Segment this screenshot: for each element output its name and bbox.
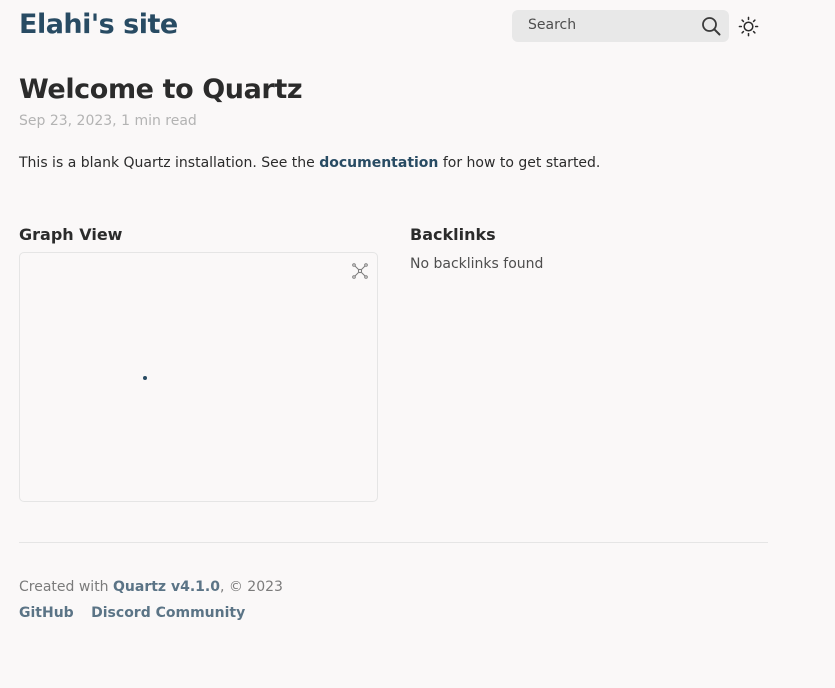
search-bar[interactable]: Search: [512, 10, 729, 42]
paragraph-text-before: This is a blank Quartz installation. See…: [19, 155, 320, 171]
quartz-link[interactable]: Quartz v4.1.0: [113, 579, 220, 595]
footer-credit: Created with Quartz v4.1.0, © 2023: [19, 579, 283, 595]
documentation-link[interactable]: documentation: [319, 155, 438, 171]
page-title: Welcome to Quartz: [19, 74, 303, 105]
footer-credit-prefix: Created with: [19, 579, 114, 595]
search-placeholder: Search: [528, 17, 577, 33]
backlinks-heading: Backlinks: [410, 225, 496, 244]
backlinks-empty-text: No backlinks found: [410, 256, 544, 272]
global-graph-icon[interactable]: [351, 262, 369, 280]
search-icon[interactable]: [701, 16, 721, 36]
footer-divider: [19, 542, 768, 543]
site-header: Elahi's site Search: [19, 0, 769, 52]
sun-icon[interactable]: [738, 16, 759, 37]
graph-node[interactable]: [143, 376, 147, 380]
graph-canvas[interactable]: [19, 252, 378, 502]
graph-heading: Graph View: [19, 225, 123, 244]
article-paragraph: This is a blank Quartz installation. See…: [19, 155, 600, 171]
site-title[interactable]: Elahi's site: [19, 9, 178, 40]
footer-links: GitHub Discord Community: [19, 605, 258, 621]
article-meta: Sep 23, 2023, 1 min read: [19, 113, 197, 129]
github-link[interactable]: GitHub: [19, 605, 74, 621]
discord-community-link[interactable]: Discord Community: [91, 605, 245, 621]
footer-credit-suffix: , © 2023: [219, 579, 283, 595]
paragraph-text-after: for how to get started.: [438, 155, 601, 171]
